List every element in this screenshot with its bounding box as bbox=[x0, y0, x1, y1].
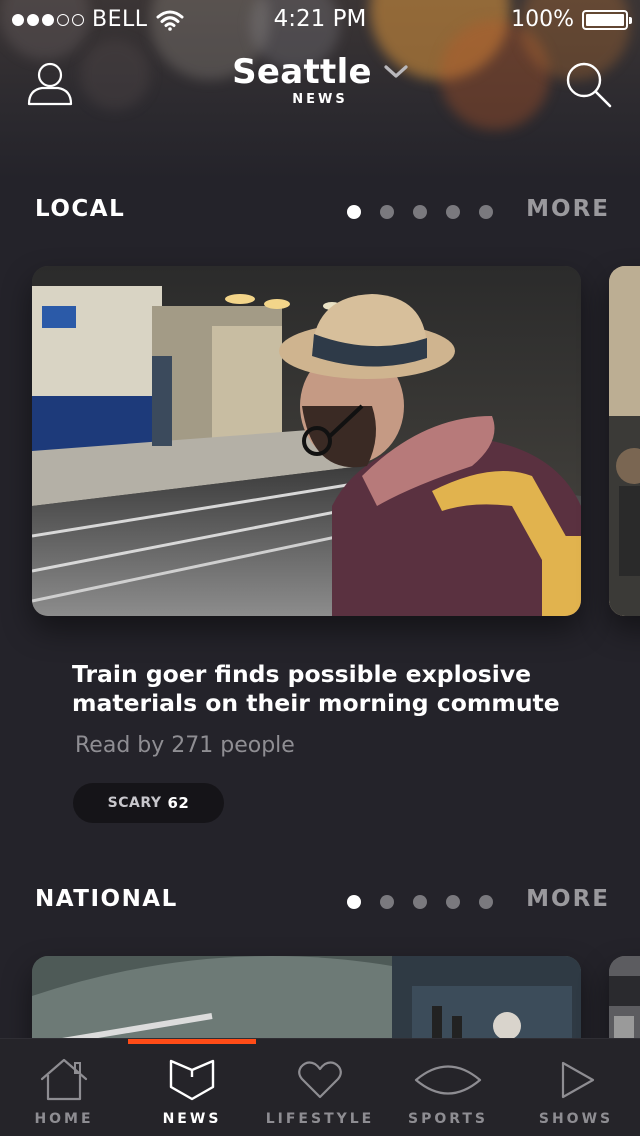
tab-label: SPORTS bbox=[407, 1111, 489, 1127]
page-dot[interactable] bbox=[479, 895, 493, 909]
tab-news[interactable]: NEWS bbox=[128, 1039, 256, 1136]
reaction-tag[interactable]: SCARY 62 bbox=[73, 783, 224, 823]
article-headline[interactable]: Train goer finds possible explosive mate… bbox=[72, 660, 572, 718]
article-read-count: Read by 271 people bbox=[75, 733, 295, 758]
section-header-national: NATIONAL MORE bbox=[0, 882, 640, 922]
page-indicator[interactable] bbox=[347, 895, 493, 909]
page-dot[interactable] bbox=[380, 205, 394, 219]
section-title: LOCAL bbox=[35, 196, 126, 222]
section-header-local: LOCAL MORE bbox=[0, 192, 640, 232]
news-icon bbox=[169, 1059, 215, 1101]
search-icon[interactable] bbox=[564, 60, 614, 110]
page-dot[interactable] bbox=[413, 205, 427, 219]
city-title-row[interactable]: Seattle bbox=[232, 52, 408, 92]
tab-shows[interactable]: SHOWS bbox=[512, 1039, 640, 1136]
tab-label: NEWS bbox=[162, 1111, 222, 1127]
article-card-next-peek[interactable] bbox=[609, 266, 640, 616]
city-selector[interactable]: Seattle NEWS bbox=[0, 52, 640, 107]
battery-icon bbox=[582, 9, 632, 30]
tab-bar: HOME NEWS LIFESTYLE SPORTS SHOWS bbox=[0, 1038, 640, 1136]
section-title: NATIONAL bbox=[35, 886, 178, 912]
tab-home[interactable]: HOME bbox=[0, 1039, 128, 1136]
more-link-local[interactable]: MORE bbox=[526, 196, 610, 222]
article-photo bbox=[609, 266, 640, 616]
status-bar: BELL 4:21 PM 100% bbox=[0, 0, 640, 40]
tab-lifestyle[interactable]: LIFESTYLE bbox=[256, 1039, 384, 1136]
chevron-down-icon bbox=[384, 65, 408, 78]
heart-icon bbox=[298, 1061, 342, 1099]
article-photo bbox=[32, 266, 581, 616]
tab-label: SHOWS bbox=[538, 1111, 614, 1127]
reaction-tag-count: 62 bbox=[167, 794, 190, 812]
battery-percent: 100% bbox=[511, 7, 574, 32]
football-icon bbox=[414, 1065, 482, 1095]
nav-header: Seattle NEWS bbox=[0, 50, 640, 120]
city-title: Seattle bbox=[232, 52, 372, 92]
play-icon bbox=[561, 1061, 595, 1099]
tab-label: HOME bbox=[34, 1111, 94, 1127]
page-dot[interactable] bbox=[446, 205, 460, 219]
page-dot[interactable] bbox=[347, 205, 361, 219]
home-icon bbox=[40, 1058, 88, 1101]
city-subtitle: NEWS bbox=[292, 92, 348, 107]
more-link-national[interactable]: MORE bbox=[526, 886, 610, 912]
page-dot[interactable] bbox=[479, 205, 493, 219]
tab-label: LIFESTYLE bbox=[265, 1111, 375, 1127]
page-dot[interactable] bbox=[380, 895, 394, 909]
page-dot[interactable] bbox=[347, 895, 361, 909]
page-dot[interactable] bbox=[446, 895, 460, 909]
page-indicator[interactable] bbox=[347, 205, 493, 219]
article-card-image[interactable] bbox=[32, 266, 581, 616]
reaction-tag-label: SCARY bbox=[107, 795, 162, 811]
page-dot[interactable] bbox=[413, 895, 427, 909]
status-right: 100% bbox=[511, 7, 632, 32]
tab-sports[interactable]: SPORTS bbox=[384, 1039, 512, 1136]
